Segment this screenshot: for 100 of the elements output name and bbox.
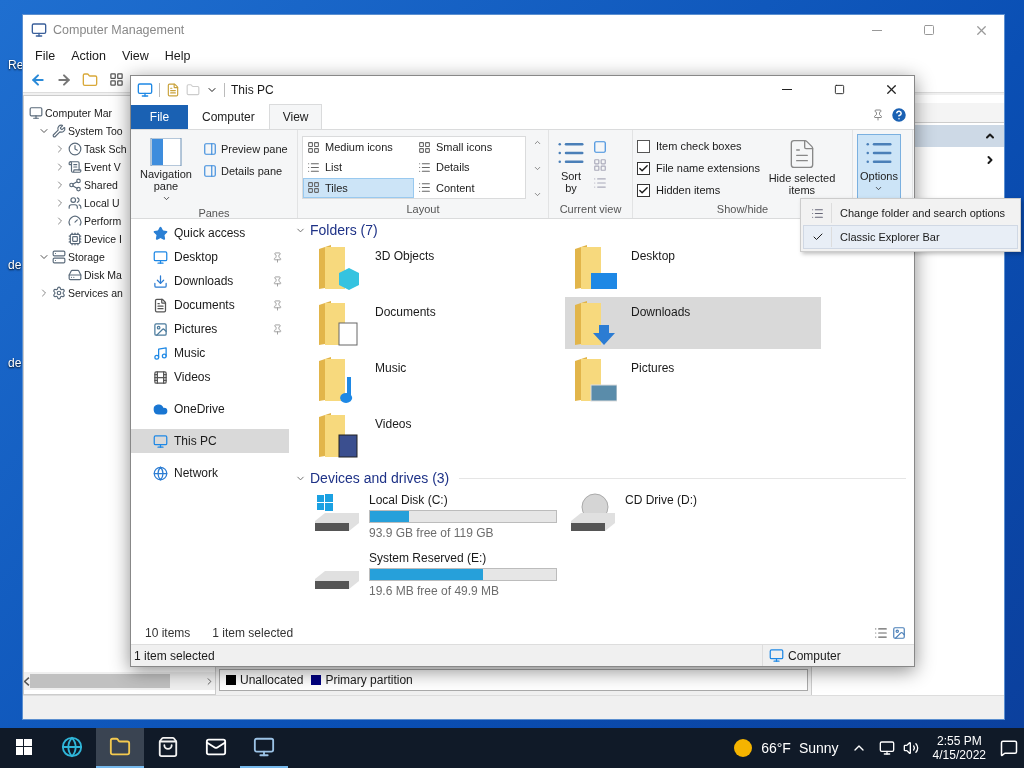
nav-item[interactable]: Documents	[131, 293, 289, 317]
more-icon[interactable]	[532, 190, 542, 199]
tree-item[interactable]: Event V	[84, 161, 121, 173]
pin-icon[interactable]	[272, 251, 283, 263]
help-icon[interactable]	[890, 106, 908, 124]
layout-option[interactable]: Content	[414, 177, 525, 198]
group-by-icon[interactable]	[593, 140, 607, 154]
picture-icon	[153, 321, 168, 337]
scroll-up-icon[interactable]	[532, 138, 542, 147]
folder-tile[interactable]: 3D Objects	[309, 241, 565, 293]
layout-option[interactable]: Details	[414, 157, 525, 178]
navigation-pane-button[interactable]: Navigation pane	[135, 134, 197, 207]
nav-item[interactable]: Pictures	[131, 317, 289, 341]
file-tab[interactable]: File	[131, 105, 188, 129]
ribbon-tab[interactable]: View	[268, 104, 323, 129]
notifications-icon[interactable]	[1000, 739, 1018, 757]
desktop-icon-label[interactable]: de	[8, 356, 22, 370]
section-heading[interactable]: Devices and drives (3)	[310, 470, 450, 486]
mail-icon	[205, 736, 227, 758]
window-title: Computer Management	[53, 23, 186, 37]
nav-item[interactable]: Quick access	[131, 221, 289, 245]
properties-icon[interactable]	[166, 82, 180, 97]
new-folder-icon[interactable]	[186, 82, 200, 97]
layout-option[interactable]: List	[303, 157, 414, 178]
server-icon	[52, 250, 66, 264]
computer-icon	[137, 81, 153, 98]
nav-item[interactable]: Desktop	[131, 245, 289, 269]
tree-item[interactable]: System Too	[68, 125, 123, 137]
size-columns-icon[interactable]	[593, 176, 607, 190]
sort-by-button[interactable]: Sort by	[553, 134, 589, 203]
section-heading[interactable]: Folders (7)	[310, 222, 378, 238]
network-icon[interactable]	[878, 740, 895, 756]
large-icons-view-icon[interactable]	[892, 626, 906, 640]
tree-item[interactable]: Shared	[84, 179, 118, 191]
taskbar-app[interactable]	[96, 728, 144, 768]
drive-name[interactable]: CD Drive (D:)	[625, 493, 697, 507]
pin-icon[interactable]	[272, 299, 283, 311]
browser-icon	[61, 736, 83, 758]
nav-item[interactable]: Network	[131, 461, 289, 485]
checkbox[interactable]	[637, 183, 650, 197]
music-note-icon	[153, 345, 168, 361]
scroll-down-icon[interactable]	[532, 164, 542, 173]
nav-item[interactable]: OneDrive	[131, 397, 289, 421]
folder-tile[interactable]: Music	[309, 353, 565, 405]
pin-icon[interactable]	[872, 109, 884, 121]
menu-item[interactable]: Help	[156, 49, 199, 63]
weather-condition[interactable]: Sunny	[798, 740, 839, 756]
drive-name[interactable]: System Reserved (E:)	[369, 551, 557, 565]
tree-item[interactable]: Device I	[84, 233, 122, 245]
pane-toggle-button[interactable]: Details pane	[201, 162, 290, 180]
add-columns-icon[interactable]	[593, 158, 607, 172]
tree-item[interactable]: Perform	[84, 215, 122, 227]
monitor-icon	[153, 249, 168, 265]
wrench-icon	[52, 124, 66, 138]
document-folder-icon	[317, 299, 361, 347]
layout-option[interactable]: Medium icons	[303, 137, 414, 157]
nav-item[interactable]: This PC	[131, 429, 289, 453]
pin-icon[interactable]	[272, 323, 283, 335]
menu-item[interactable]: Action	[63, 49, 114, 63]
nav-item[interactable]: Downloads	[131, 269, 289, 293]
temperature[interactable]: 66°F	[761, 740, 791, 756]
menu-item[interactable]: View	[113, 49, 157, 63]
tree-item[interactable]: Local U	[84, 197, 120, 209]
scroll-left-icon[interactable]	[24, 676, 30, 686]
checkbox[interactable]	[637, 139, 650, 153]
nav-item[interactable]: Videos	[131, 365, 289, 389]
shopping-bag-icon	[157, 736, 179, 758]
grid-icon	[307, 140, 320, 154]
details-view-icon[interactable]	[874, 626, 888, 640]
chip-icon	[68, 232, 82, 246]
tree-item[interactable]: Task Sch	[84, 143, 127, 155]
folder-tile[interactable]: Videos	[309, 409, 565, 461]
menu-item[interactable]: File	[27, 49, 64, 63]
layout-option[interactable]: Tiles	[303, 177, 414, 198]
clock[interactable]: 2:55 PM 4/15/2022	[926, 734, 992, 762]
desktop-icon-label[interactable]: Re	[8, 58, 24, 72]
desktop-icon-label[interactable]: de	[8, 258, 22, 272]
tree-item[interactable]: Disk Ma	[84, 269, 122, 281]
horizontal-scrollbar[interactable]	[24, 672, 215, 690]
folder-tile[interactable]: Downloads	[565, 297, 821, 349]
tree-item[interactable]: Storage	[68, 251, 105, 263]
pane-toggle-button[interactable]: Preview pane	[201, 140, 290, 158]
checkbox[interactable]	[637, 161, 650, 175]
pin-icon[interactable]	[272, 275, 283, 287]
tree-item[interactable]: Computer Mar	[45, 107, 113, 119]
folder-tile[interactable]: Documents	[309, 297, 565, 349]
monitor-icon	[153, 433, 168, 449]
tree-item[interactable]: Services an	[68, 287, 123, 299]
menu-item[interactable]: Classic Explorer Bar	[803, 225, 1018, 249]
group-label: Panes	[197, 207, 231, 221]
drive-name[interactable]: Local Disk (C:)	[369, 493, 557, 507]
folder-tile[interactable]: Pictures	[565, 353, 821, 405]
nav-item[interactable]: Music	[131, 341, 289, 365]
group-label: Current view	[558, 203, 623, 217]
maximize-icon	[833, 84, 845, 95]
item-count: 10 items	[145, 626, 191, 640]
layout-option[interactable]: Small icons	[414, 137, 525, 157]
free-space-text: 93.9 GB free of 119 GB	[369, 526, 495, 540]
computer-icon	[253, 736, 275, 758]
volume-icon[interactable]	[902, 740, 919, 756]
